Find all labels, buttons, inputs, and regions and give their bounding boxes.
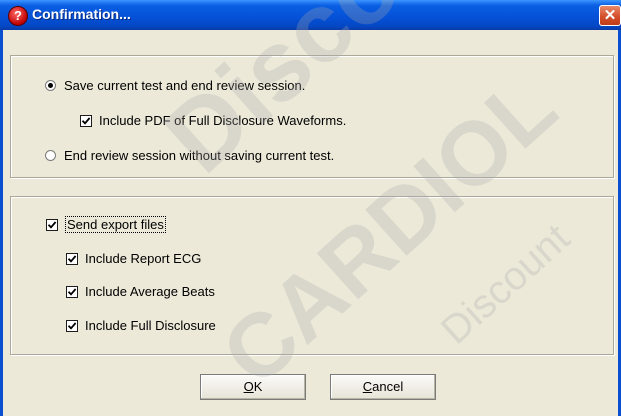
cancel-mnemonic: C (362, 379, 373, 394)
include-report-ecg-row[interactable]: Include Report ECG (66, 251, 201, 266)
window-title: Confirmation... (32, 6, 131, 22)
close-icon: ✕ (603, 7, 617, 24)
send-export-checkbox-row[interactable]: Send export files (46, 216, 166, 233)
include-full-disclosure-row[interactable]: Include Full Disclosure (66, 318, 216, 333)
include-average-beats-checkbox[interactable] (66, 285, 78, 298)
cancel-button[interactable]: Cancel (330, 374, 436, 400)
include-report-ecg-checkbox[interactable] (66, 252, 78, 265)
end-without-saving-radio-row[interactable]: End review session without saving curren… (45, 148, 334, 163)
include-report-ecg-label: Include Report ECG (85, 251, 202, 266)
include-pdf-checkbox[interactable] (80, 114, 92, 127)
include-pdf-checkbox-row[interactable]: Include PDF of Full Disclosure Waveforms… (80, 113, 346, 128)
include-pdf-label: Include PDF of Full Disclosure Waveforms… (99, 113, 347, 128)
ok-label-rest: K (253, 379, 263, 394)
include-average-beats-label: Include Average Beats (85, 284, 215, 299)
title-bar[interactable]: ? Confirmation... ✕ (0, 0, 621, 30)
end-without-saving-label: End review session without saving curren… (64, 148, 335, 163)
save-and-end-radio[interactable] (45, 80, 56, 91)
include-full-disclosure-label: Include Full Disclosure (85, 318, 216, 333)
include-average-beats-row[interactable]: Include Average Beats (66, 284, 215, 299)
save-and-end-label: Save current test and end review session… (64, 78, 306, 93)
ok-mnemonic: O (243, 379, 254, 394)
confirmation-dialog: ? Confirmation... ✕ Save current test an… (0, 0, 621, 416)
close-button[interactable]: ✕ (599, 5, 621, 26)
checkmark-icon (67, 287, 77, 296)
checkmark-icon (67, 254, 77, 263)
checkmark-icon (81, 116, 91, 125)
send-export-label: Send export files (65, 216, 166, 233)
send-export-checkbox[interactable] (46, 218, 58, 231)
checkmark-icon (67, 321, 77, 330)
ok-button[interactable]: OK (200, 374, 306, 400)
cancel-label-rest: ancel (372, 379, 404, 394)
include-full-disclosure-checkbox[interactable] (66, 319, 78, 332)
end-without-saving-radio[interactable] (45, 150, 56, 161)
checkmark-icon (47, 220, 57, 229)
save-and-end-radio-row[interactable]: Save current test and end review session… (45, 78, 305, 93)
question-icon: ? (8, 6, 28, 26)
